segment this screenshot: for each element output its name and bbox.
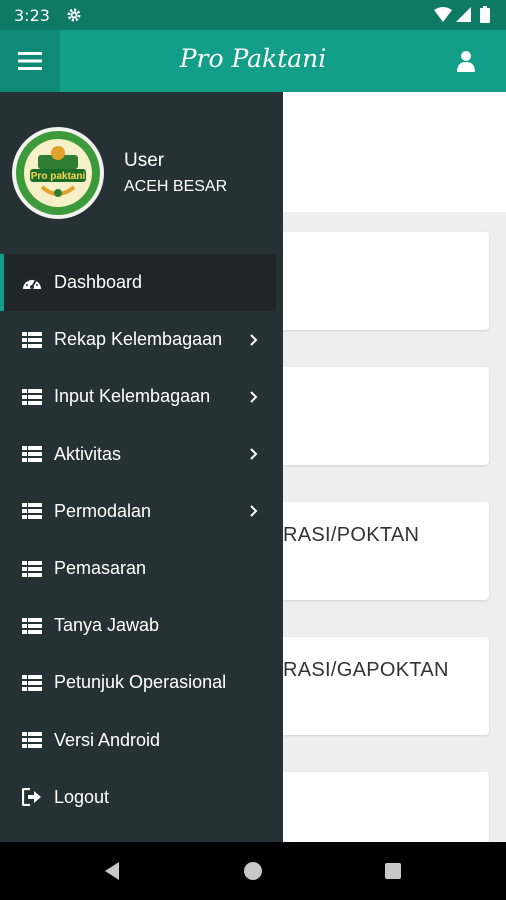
signal-icon [456, 7, 472, 27]
list-icon [22, 732, 42, 749]
menu-label: Versi Android [54, 729, 161, 750]
menu-label: Rekap Kelembagaan [54, 329, 223, 350]
menu-item-petunjuk-operasional[interactable]: Petunjuk Operasional [0, 654, 283, 711]
svg-text:Pro paktani: Pro paktani [31, 171, 86, 182]
app-bar: Pro Paktani [0, 30, 506, 92]
wifi-icon [434, 7, 452, 27]
status-bar: 3:23 [0, 0, 506, 30]
list-icon [22, 617, 42, 634]
menu-label: Tanya Jawab [54, 615, 160, 636]
menu-item-tanya-jawab[interactable]: Tanya Jawab [0, 597, 283, 654]
dashboard-card[interactable] [283, 232, 489, 330]
chevron-right-icon [250, 448, 258, 460]
dashboard-card[interactable] [283, 367, 489, 465]
chevron-right-icon [250, 391, 258, 403]
card-label: RASI/GAPOKTAN [283, 659, 449, 681]
list-icon [22, 446, 42, 463]
card-label: RASI/POKTAN [283, 524, 420, 546]
menu-item-logout[interactable]: Logout [0, 769, 283, 826]
user-region: ACEH BESAR [124, 178, 228, 195]
menu-item-permodalan[interactable]: Permodalan [0, 483, 283, 540]
back-icon[interactable] [103, 861, 121, 881]
home-icon[interactable] [244, 862, 262, 880]
content-header [283, 92, 506, 212]
chevron-right-icon [250, 334, 258, 346]
settings-gear-icon [66, 7, 82, 28]
recent-apps-icon[interactable] [385, 863, 401, 879]
menu-label: Petunjuk Operasional [54, 672, 227, 693]
list-icon [22, 674, 42, 691]
menu-label: Pemasaran [54, 558, 147, 579]
list-icon [22, 503, 42, 520]
user-icon [457, 51, 475, 72]
menu-item-dashboard[interactable]: Dashboard [0, 254, 276, 312]
menu-item-input-kelembagaan[interactable]: Input Kelembagaan [0, 368, 283, 425]
menu-item-versi-android[interactable]: Versi Android [0, 712, 283, 769]
menu-label: Dashboard [54, 272, 143, 293]
app-logo-icon: Pro paktani [12, 127, 104, 219]
list-icon [22, 331, 42, 348]
menu-label: Input Kelembagaan [54, 386, 211, 407]
menu-item-rekap-kelembagaan[interactable]: Rekap Kelembagaan [0, 311, 283, 368]
system-navigation-bar [0, 842, 506, 900]
drawer-menu: Dashboard Rekap Kelembagaan Input Kelemb… [0, 254, 283, 826]
menu-label: Permodalan [54, 500, 152, 521]
navigation-drawer: Pro paktani User ACEH BESAR Dashboard Re… [0, 92, 283, 842]
list-icon [22, 388, 42, 405]
user-name: User [124, 150, 165, 171]
battery-icon [480, 6, 490, 28]
logout-icon [22, 788, 41, 807]
list-icon [22, 560, 42, 577]
dashboard-content: RASI/POKTAN RASI/GAPOKTAN [283, 92, 506, 870]
dashboard-icon [23, 277, 41, 289]
menu-label: Logout [54, 786, 110, 807]
app-title: Pro Paktani [179, 44, 327, 73]
dashboard-card-gapoktan[interactable]: RASI/GAPOKTAN [283, 637, 489, 735]
drawer-profile: Pro paktani User ACEH BESAR [0, 92, 283, 252]
menu-item-pemasaran[interactable]: Pemasaran [0, 540, 283, 597]
chevron-right-icon [250, 505, 258, 518]
status-time: 3:23 [14, 6, 50, 25]
user-profile-button[interactable] [456, 50, 476, 77]
dashboard-card-poktan[interactable]: RASI/POKTAN [283, 502, 489, 600]
menu-label: Aktivitas [54, 443, 122, 464]
menu-item-aktivitas[interactable]: Aktivitas [0, 426, 283, 483]
